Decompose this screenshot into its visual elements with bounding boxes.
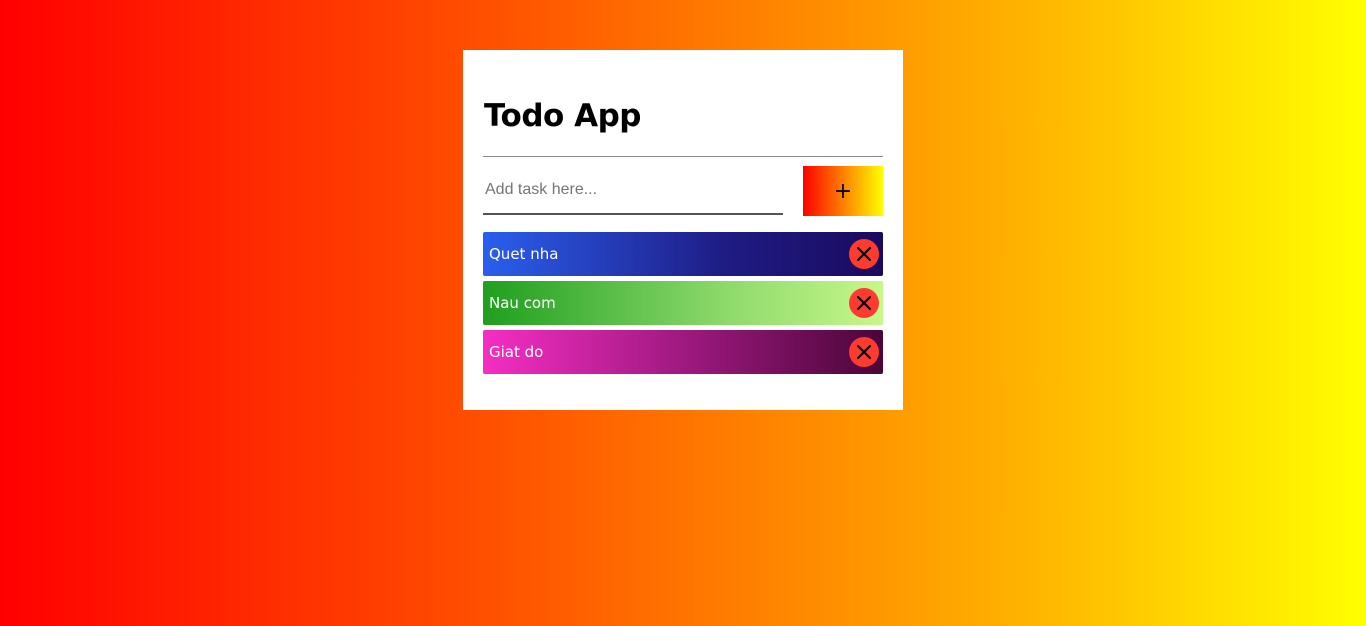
app-title: Todo App [484, 98, 641, 134]
task-item: Quet nha [483, 232, 883, 276]
add-task-button[interactable]: + [803, 166, 883, 216]
delete-task-button[interactable] [849, 288, 879, 318]
close-icon [857, 247, 871, 261]
task-text: Nau com [489, 294, 556, 312]
task-list: Quet nha Nau com Giat do [483, 232, 883, 379]
task-item: Nau com [483, 281, 883, 325]
task-item: Giat do [483, 330, 883, 374]
plus-icon: + [833, 178, 853, 204]
title-divider [483, 156, 883, 157]
delete-task-button[interactable] [849, 337, 879, 367]
task-input[interactable] [483, 167, 783, 215]
todo-card: Todo App + Quet nha Nau com Giat do [463, 50, 903, 410]
task-text: Giat do [489, 343, 544, 361]
close-icon [857, 345, 871, 359]
task-text: Quet nha [489, 245, 559, 263]
delete-task-button[interactable] [849, 239, 879, 269]
close-icon [857, 296, 871, 310]
